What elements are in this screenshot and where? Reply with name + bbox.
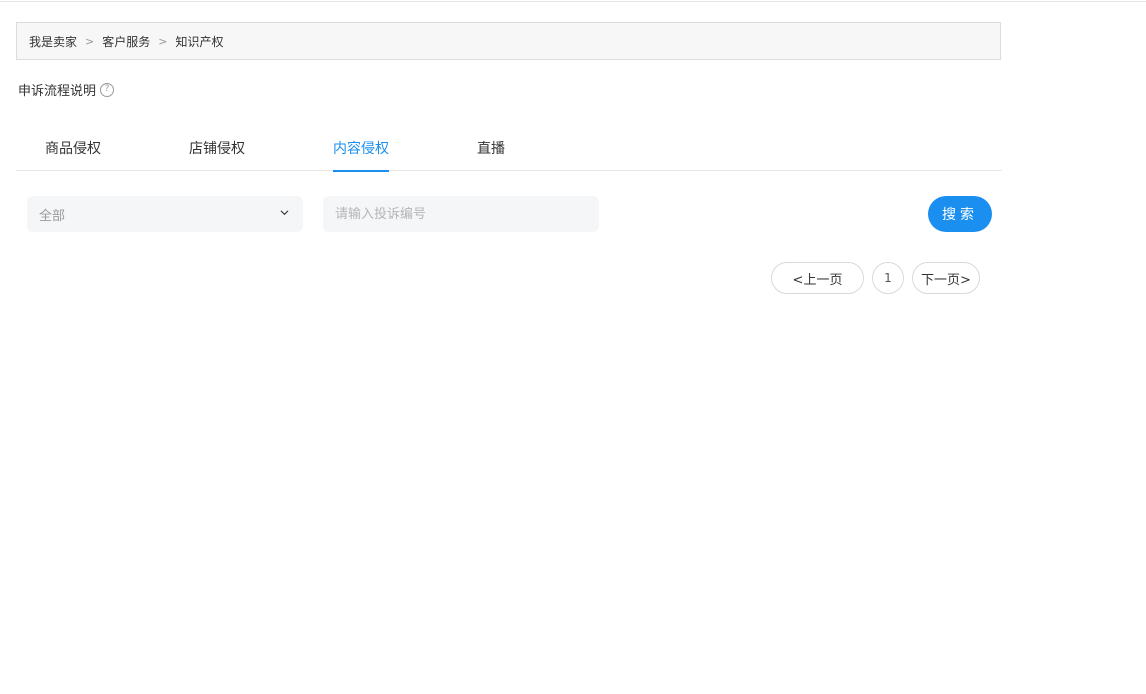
question-circle-icon[interactable]: ? [100, 82, 115, 97]
breadcrumb-separator: > [158, 34, 168, 48]
appeal-process-link[interactable]: 申诉流程说明 ? [18, 80, 115, 99]
status-select[interactable]: 全部 [27, 196, 303, 232]
next-page-button[interactable]: 下一页> [912, 262, 980, 294]
breadcrumb-item-customer-service[interactable]: 客户服务 [102, 33, 150, 50]
chevron-down-icon [280, 210, 289, 216]
search-button[interactable]: 搜索 [928, 196, 992, 232]
top-divider [0, 1, 1146, 2]
infringement-tabs: 商品侵权 店铺侵权 内容侵权 直播 [16, 124, 1002, 172]
appeal-process-label: 申诉流程说明 [18, 84, 97, 99]
breadcrumb-item-ip: 知识产权 [175, 34, 224, 49]
tab-product-infringement[interactable]: 商品侵权 [45, 138, 101, 170]
prev-page-button[interactable]: <上一页 [771, 262, 864, 294]
page-number-button[interactable]: 1 [872, 262, 904, 294]
tab-store-infringement[interactable]: 店铺侵权 [189, 138, 245, 170]
tab-live-stream[interactable]: 直播 [477, 138, 505, 170]
breadcrumb: 我是卖家 > 客户服务 > 知识产权 [16, 22, 1001, 60]
status-select-value: 全部 [39, 208, 66, 224]
breadcrumb-item-seller[interactable]: 我是卖家 [29, 33, 77, 50]
tab-content-infringement[interactable]: 内容侵权 [333, 138, 389, 172]
complaint-number-input[interactable] [323, 196, 599, 232]
breadcrumb-separator: > [85, 34, 95, 48]
